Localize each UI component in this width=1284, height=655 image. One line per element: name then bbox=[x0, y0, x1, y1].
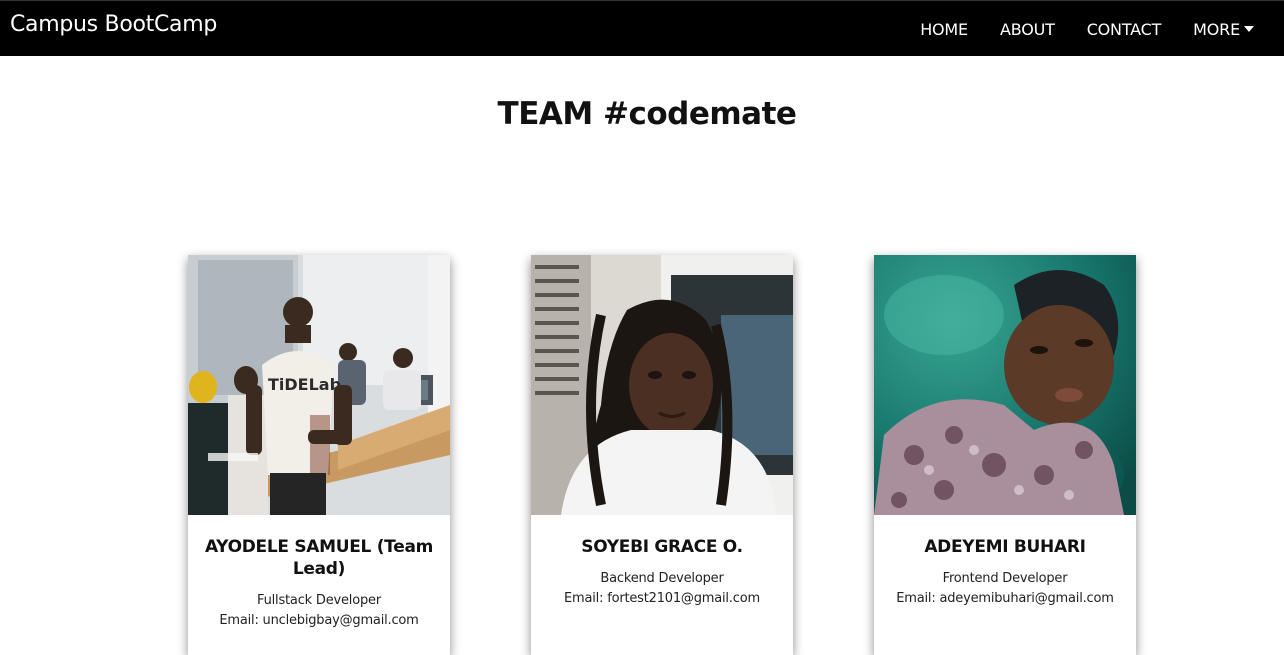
team-card-body: SOYEBI GRACE O. Backend Developer Email:… bbox=[531, 516, 793, 609]
nav-links: HOME ABOUT CONTACT MORE bbox=[904, 1, 1284, 57]
member-email: Email: fortest2101@gmail.com bbox=[564, 591, 760, 606]
nav-dropdown-more-label: MORE bbox=[1193, 19, 1240, 39]
member-role: Frontend Developer bbox=[942, 571, 1068, 586]
nav-link-home[interactable]: HOME bbox=[904, 1, 984, 57]
brand-logo-link[interactable]: Campus BootCamp bbox=[10, 12, 217, 37]
nav-link-contact[interactable]: CONTACT bbox=[1071, 1, 1177, 57]
member-name: ADEYEMI BUHARI bbox=[924, 537, 1086, 557]
member-name: SOYEBI GRACE O. bbox=[581, 537, 743, 557]
member-email: Email: unclebigbay@gmail.com bbox=[219, 613, 419, 628]
caret-down-icon bbox=[1244, 26, 1254, 32]
team-card-soyebi: SOYEBI GRACE O. Backend Developer Email:… bbox=[531, 255, 793, 655]
team-card-body: AYODELE SAMUEL (Team Lead) Fullstack Dev… bbox=[188, 516, 450, 631]
top-navbar: Campus BootCamp HOME ABOUT CONTACT MORE bbox=[0, 0, 1284, 56]
team-photo-soyebi bbox=[531, 255, 793, 515]
member-role: Fullstack Developer bbox=[257, 593, 381, 608]
team-photo-ayodele: TiDELab bbox=[188, 255, 450, 515]
page-title: TEAM #codemate bbox=[497, 96, 797, 132]
member-email: Email: adeyemibuhari@gmail.com bbox=[896, 591, 1114, 606]
nav-link-about[interactable]: ABOUT bbox=[984, 1, 1071, 57]
nav-dropdown-more[interactable]: MORE bbox=[1177, 1, 1284, 57]
member-role: Backend Developer bbox=[600, 571, 724, 586]
member-name: AYODELE SAMUEL (Team Lead) bbox=[204, 537, 434, 579]
team-card-adeyemi: ADEYEMI BUHARI Frontend Developer Email:… bbox=[874, 255, 1136, 655]
team-card-ayodele: TiDELab AYODELE SAMUEL (Team Lead) Fulls… bbox=[188, 255, 450, 655]
team-card-body: ADEYEMI BUHARI Frontend Developer Email:… bbox=[874, 516, 1136, 609]
team-photo-adeyemi bbox=[874, 255, 1136, 515]
svg-text:TiDELab: TiDELab bbox=[268, 375, 341, 394]
